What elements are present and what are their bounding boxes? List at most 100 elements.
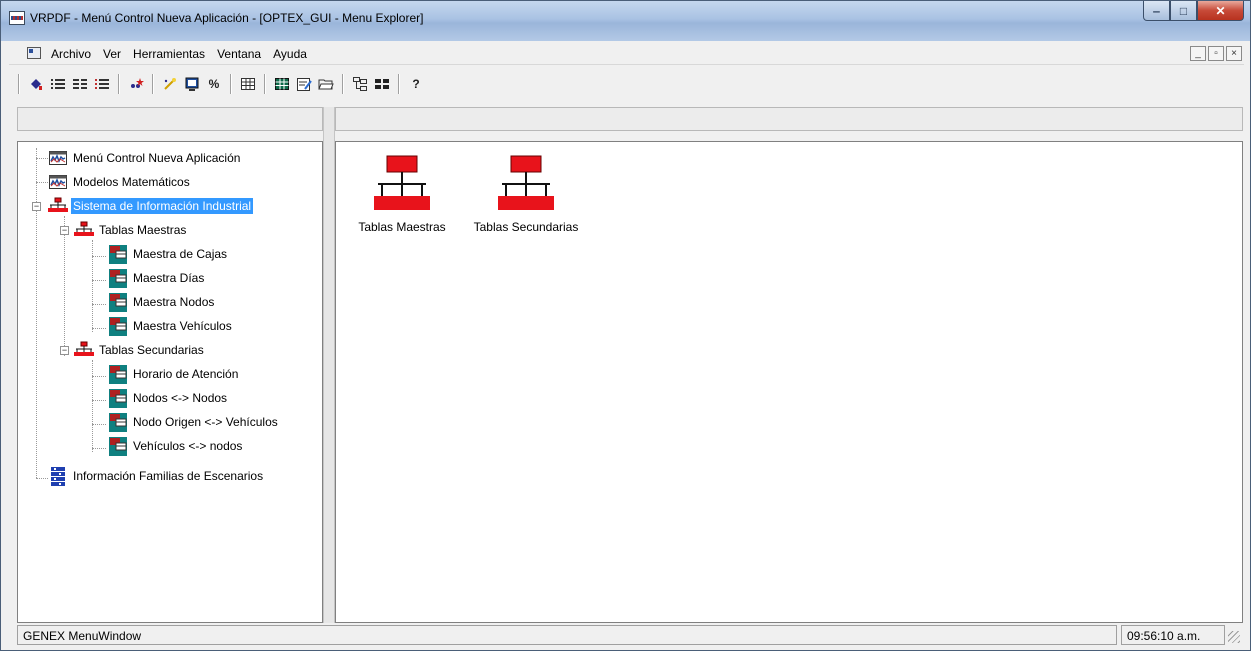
tree-connector [92, 240, 93, 332]
main-window: VRPDF - Menú Control Nueva Aplicación - … [0, 0, 1251, 651]
tree-item-label: Vehículos <-> nodos [133, 439, 243, 453]
content-item-tablas-maestras[interactable]: Tablas Maestras [342, 154, 462, 234]
tree-connector [36, 182, 48, 183]
tree-connector [92, 304, 106, 305]
menu-ayuda[interactable]: Ayuda [271, 47, 309, 61]
tree-item[interactable]: Modelos Matemáticos [48, 172, 192, 192]
mdi-child-icon[interactable] [27, 47, 41, 59]
tree-item-label: Nodo Origen <-> Vehículos [133, 415, 278, 429]
tree-connector [92, 448, 106, 449]
tree-item[interactable]: Menú Control Nueva Aplicación [48, 148, 242, 168]
paint-bucket-icon[interactable] [27, 75, 45, 93]
resize-grip-icon[interactable] [1228, 631, 1240, 643]
database-icon [48, 467, 68, 486]
tiles-icon[interactable] [373, 75, 391, 93]
mdi-minimize-button[interactable]: _ [1190, 46, 1206, 61]
menu-archivo[interactable]: Archivo [49, 47, 93, 61]
menu-bar: Archivo Ver Herramientas Ventana Ayuda _… [9, 43, 1244, 65]
tree-item[interactable]: Maestra Días [108, 268, 206, 288]
tree-connector [64, 216, 65, 356]
status-bar: GENEX MenuWindow 09:56:10 a.m. [9, 623, 1244, 647]
title-bar[interactable]: VRPDF - Menú Control Nueva Aplicación - … [1, 1, 1250, 41]
tree-connector [36, 158, 48, 159]
percent-icon[interactable]: % [205, 75, 223, 93]
tree-expander[interactable]: − [60, 346, 69, 355]
bulleted-list-icon[interactable] [49, 75, 67, 93]
network-icon [374, 155, 430, 210]
wand-icon[interactable] [161, 75, 179, 93]
tree-item[interactable]: Tablas Secundarias [74, 340, 206, 360]
menu-ver[interactable]: Ver [101, 47, 123, 61]
numbered-list-icon[interactable] [93, 75, 111, 93]
table-icon[interactable] [273, 75, 291, 93]
status-clock: 09:56:10 a.m. [1121, 625, 1225, 645]
tree-item[interactable]: Nodo Origen <-> Vehículos [108, 412, 280, 432]
tree-item-label: Tablas Secundarias [99, 343, 204, 357]
tree-item-label: Modelos Matemáticos [73, 175, 190, 189]
app-icon[interactable] [9, 11, 25, 25]
pane-splitter[interactable] [323, 107, 335, 623]
menu-ventana[interactable]: Ventana [215, 47, 263, 61]
menu-herramientas[interactable]: Herramientas [131, 47, 207, 61]
mdi-close-button[interactable]: × [1226, 46, 1242, 61]
grid-icon[interactable] [239, 75, 257, 93]
columns-icon[interactable] [71, 75, 89, 93]
tree-item[interactable]: Información Familias de Escenarios [48, 466, 265, 486]
tree-item[interactable]: Maestra de Cajas [108, 244, 229, 264]
tree-view[interactable]: − − − Menú Control Nueva Aplicación Mode… [17, 141, 323, 623]
mdi-restore-button[interactable]: ▫ [1208, 46, 1224, 61]
tree-connector [92, 360, 93, 452]
chart-window-icon [48, 173, 68, 191]
tree-header [17, 107, 323, 131]
tree-item[interactable]: Maestra Vehículos [108, 316, 234, 336]
help-icon[interactable]: ? [407, 75, 425, 93]
toolbar-separator [18, 74, 20, 94]
table-icon [108, 389, 128, 408]
content-pane[interactable]: Tablas Maestras Tablas Secundarias [335, 141, 1243, 623]
tree-item-label: Maestra Nodos [133, 295, 215, 309]
form-edit-icon[interactable] [295, 75, 313, 93]
tree-item[interactable]: Maestra Nodos [108, 292, 216, 312]
toolbar-separator [342, 74, 344, 94]
tree-connector [92, 376, 106, 377]
status-text: GENEX MenuWindow [17, 625, 1117, 645]
tree-item[interactable]: Vehículos <-> nodos [108, 436, 244, 456]
content-item-tablas-secundarias[interactable]: Tablas Secundarias [466, 154, 586, 234]
window-title: VRPDF - Menú Control Nueva Aplicación - … [30, 11, 424, 25]
tree-item-label: Sistema de Información Industrial [71, 198, 254, 214]
maximize-button[interactable]: □ [1170, 1, 1197, 21]
tree-item-label: Menú Control Nueva Aplicación [73, 151, 241, 165]
tree-connector [92, 400, 106, 401]
close-button[interactable]: ✕ [1197, 1, 1244, 21]
tree-item-label: Maestra de Cajas [133, 247, 228, 261]
tree-item[interactable]: Nodos <-> Nodos [108, 388, 229, 408]
toolbar-separator [264, 74, 266, 94]
tree-item-label: Información Familias de Escenarios [73, 469, 264, 483]
toolbar-separator [230, 74, 232, 94]
toolbar: % ? [15, 69, 425, 99]
tree-expander[interactable]: − [60, 226, 69, 235]
tree-item-label: Nodos <-> Nodos [133, 391, 228, 405]
tree-item-label: Horario de Atención [133, 367, 239, 381]
toolbar-separator [152, 74, 154, 94]
hierarchy-icon[interactable] [351, 75, 369, 93]
table-icon [108, 293, 128, 312]
table-icon [108, 245, 128, 264]
table-icon [108, 317, 128, 336]
tree-item-label: Tablas Maestras [99, 223, 187, 237]
tree-item[interactable]: Horario de Atención [108, 364, 240, 384]
network-icon [74, 221, 94, 239]
table-icon [108, 437, 128, 456]
new-item-icon[interactable] [127, 75, 145, 93]
tree-item[interactable]: Tablas Maestras [74, 220, 188, 240]
tree-item-selected[interactable]: Sistema de Información Industrial [48, 196, 254, 216]
monitor-icon[interactable] [183, 75, 201, 93]
content-item-label: Tablas Maestras [358, 220, 446, 234]
minimize-button[interactable]: ‒ [1143, 1, 1170, 21]
table-icon [108, 365, 128, 384]
tree-connector [92, 424, 106, 425]
tree-expander[interactable]: − [32, 202, 41, 211]
tree-connector [92, 280, 106, 281]
tree-item-label: Maestra Días [133, 271, 205, 285]
open-folder-icon[interactable] [317, 75, 335, 93]
